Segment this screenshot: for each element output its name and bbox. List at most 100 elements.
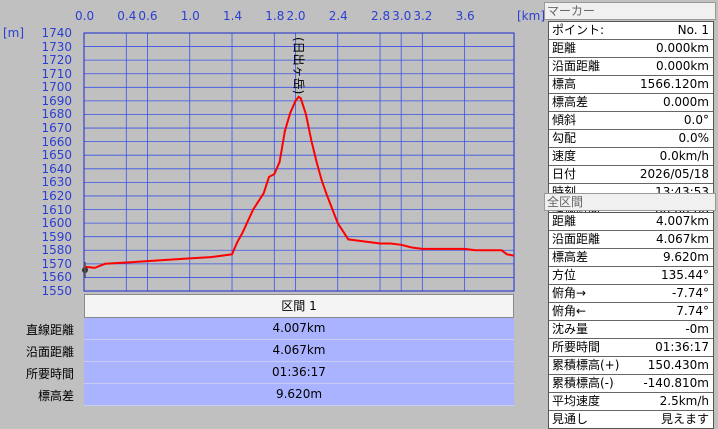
y-tick-label: 1580	[41, 243, 72, 258]
section-label: 所要時間	[25, 367, 74, 381]
total-key: 距離	[552, 214, 577, 228]
total-key: 累積標高(+)	[552, 358, 620, 372]
total-key: 見通し	[552, 412, 589, 426]
marker-key: 沿面距離	[552, 59, 601, 73]
marker-pin-icon	[82, 262, 88, 278]
total-row: 俯角← 7.74°	[549, 303, 713, 321]
marker-key: 標高	[552, 77, 577, 91]
marker-value: 2026/05/18	[639, 167, 709, 181]
y-tick-label: 1570	[41, 256, 72, 271]
x-tick-label: 3.0	[392, 9, 412, 23]
total-value: 4.007km	[656, 214, 709, 228]
section-row-surface: 沿面距離 4.067km	[0, 340, 514, 362]
y-tick-label: 1730	[41, 39, 72, 54]
total-row: 俯角→ -7.74°	[549, 285, 713, 303]
y-tick-label: 1560	[41, 270, 72, 285]
x-axis-unit: [km]	[517, 9, 546, 23]
marker-value: No. 1	[677, 23, 709, 37]
x-tick-label: 3.2	[413, 9, 433, 23]
y-tick-label: 1690	[41, 93, 72, 108]
total-key: 平均速度	[552, 394, 601, 408]
marker-row: 標高差 0.000m	[549, 94, 713, 112]
x-tick-label: 3.6	[455, 9, 475, 23]
marker-key: 距離	[552, 41, 577, 55]
total-row: 平均速度 2.5km/h	[549, 393, 713, 411]
marker-row: 勾配 0.0%	[549, 130, 713, 148]
marker-row: 日付 2026/05/18	[549, 166, 713, 184]
total-value: -7.74°	[671, 286, 709, 300]
section-value: 9.620m	[84, 384, 514, 406]
total-row: 沈み量 -0m	[549, 321, 713, 339]
y-tick-label: 1610	[41, 202, 72, 217]
section-row-time: 所要時間 01:36:17	[0, 362, 514, 384]
y-tick-label: 1640	[41, 161, 72, 176]
total-row: 見通し 見えます	[549, 411, 713, 428]
y-tick-label: 1680	[41, 107, 72, 122]
y-tick-label: 1620	[41, 188, 72, 203]
total-key: 所要時間	[552, 340, 601, 354]
marker-value: 0.000km	[656, 59, 709, 73]
y-tick-label: 1650	[41, 148, 72, 163]
marker-row: 距離 0.000km	[549, 40, 713, 58]
marker-key: 傾斜	[552, 113, 577, 127]
marker-key: 勾配	[552, 131, 577, 145]
x-tick-label: 2.4	[328, 9, 348, 23]
marker-key: 日付	[552, 167, 577, 181]
total-value: 見えます	[660, 412, 709, 426]
total-key: 俯角→	[552, 286, 587, 300]
total-row: 標高差 9.620m	[549, 249, 713, 267]
y-tick-label: 1600	[41, 216, 72, 231]
x-tick-label: 2.8	[371, 9, 391, 23]
marker-row: 標高 1566.120m	[549, 76, 713, 94]
total-value: 2.5km/h	[659, 394, 709, 408]
marker-value: 0.0%	[678, 131, 710, 145]
marker-row: ポイント: No. 1	[549, 22, 713, 40]
total-key: 累積標高(-)	[552, 376, 614, 390]
section-value: 01:36:17	[84, 362, 514, 384]
total-key: 標高差	[552, 250, 589, 264]
marker-value: 0.000km	[656, 41, 709, 55]
total-value: 7.74°	[676, 304, 709, 318]
section-label: 沿面距離	[25, 345, 74, 359]
total-key: 俯角←	[552, 304, 587, 318]
section-value: 4.007km	[84, 318, 514, 340]
marker-value: 0.000m	[662, 95, 709, 109]
total-row: 距離 4.007km	[549, 213, 713, 231]
section-row-elev-diff: 標高差 9.620m	[0, 384, 514, 406]
section-label: 標高差	[37, 389, 74, 403]
x-tick-label: 1.0	[180, 9, 200, 23]
marker-key: 標高差	[552, 95, 589, 109]
total-value: -0m	[685, 322, 709, 336]
total-key: 沈み量	[552, 322, 589, 336]
marker-info-table: ポイント: No. 1 距離 0.000km 沿面距離 0.000km 標高 1566.120…	[548, 21, 714, 220]
total-row: 方位 135.44°	[549, 267, 713, 285]
total-panel-title: 全区間	[544, 193, 716, 211]
y-tick-label: 1550	[41, 284, 72, 298]
x-tick-label: 0.4	[117, 9, 137, 23]
total-value: -140.810m	[643, 376, 709, 390]
section-header[interactable]: 区間 1	[84, 294, 514, 318]
y-tick-label: 1720	[41, 53, 72, 68]
section-row-straight: 直線距離 4.007km	[0, 318, 514, 340]
total-value: 135.44°	[661, 268, 709, 282]
y-tick-label: 1660	[41, 134, 72, 149]
marker-row: 速度 0.0km/h	[549, 148, 713, 166]
marker-value: 0.0km/h	[659, 149, 709, 163]
total-row: 沿面距離 4.067km	[549, 231, 713, 249]
y-tick-label: 1630	[41, 175, 72, 190]
y-tick-label: 1670	[41, 121, 72, 136]
marker-panel-title: マーカー	[544, 2, 716, 20]
total-value: 4.067km	[656, 232, 709, 246]
x-tick-label: 0.6	[138, 9, 158, 23]
section-summary-table: 直線距離 4.007km 沿面距離 4.067km 所要時間 01:36:17 …	[0, 318, 514, 406]
x-tick-label: 2.0	[286, 9, 306, 23]
x-tick-label: 0.0	[75, 9, 95, 23]
total-row: 所要時間 01:36:17	[549, 339, 713, 357]
marker-value: 0.0°	[683, 113, 709, 127]
total-value: 9.620m	[662, 250, 709, 264]
marker-key: 速度	[552, 149, 577, 163]
total-row: 累積標高(-) -140.810m	[549, 375, 713, 393]
x-tick-label: 1.4	[223, 9, 243, 23]
section-label: 直線距離	[25, 323, 74, 337]
y-tick-label: 1590	[41, 229, 72, 244]
